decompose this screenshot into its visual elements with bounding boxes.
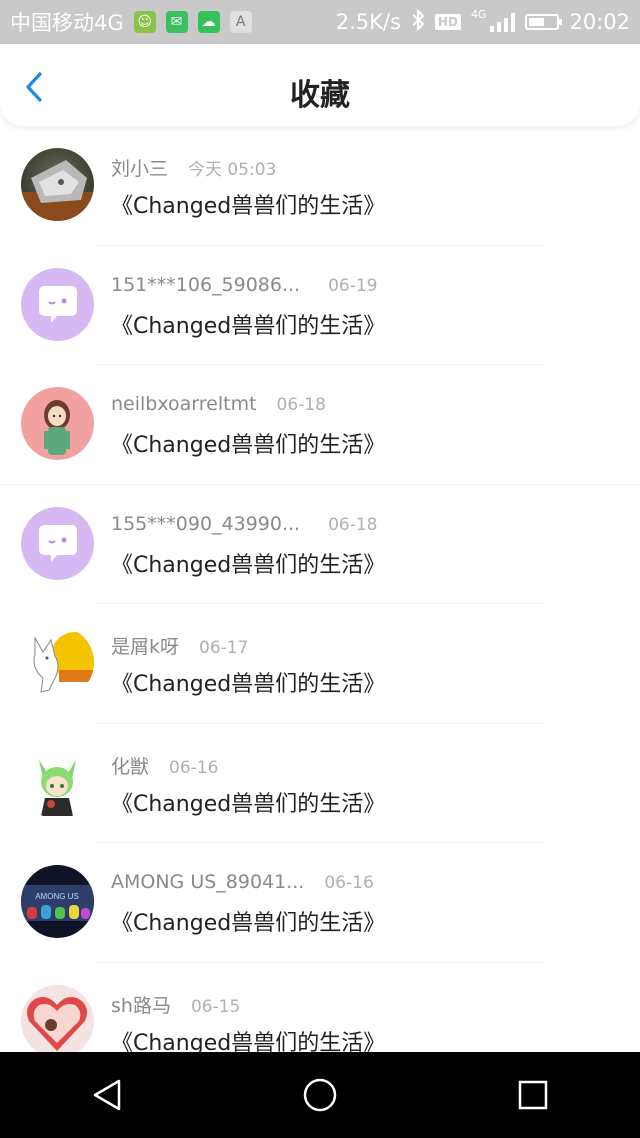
avatar[interactable] bbox=[21, 506, 94, 580]
item-time: 06-16 bbox=[169, 757, 219, 778]
list-item[interactable]: AMONG US AMONG US_89041... 06-16 《Change… bbox=[0, 843, 640, 963]
app-screen: 中国移动4G ☺ ✉ ☁ A 2.5K/s HD 4G 20:02 收藏 刘小三… bbox=[0, 0, 640, 1138]
item-meta: neilbxoarreltmt 06-18 bbox=[111, 393, 326, 415]
circle-home-icon bbox=[303, 1078, 337, 1112]
clock: 20:02 bbox=[569, 10, 630, 34]
avatar[interactable] bbox=[21, 387, 94, 460]
list-item[interactable]: 151***106_59086... 06-19 《Changed兽兽们的生活》 bbox=[0, 246, 640, 365]
status-left: 中国移动4G ☺ ✉ ☁ A bbox=[0, 7, 252, 37]
author-name[interactable]: 化獣 bbox=[111, 752, 149, 779]
bluetooth-icon bbox=[411, 8, 425, 36]
item-title[interactable]: 《Changed兽兽们的生活》 bbox=[111, 188, 385, 220]
item-meta: sh路马 06-15 bbox=[111, 991, 240, 1018]
item-time: 06-19 bbox=[328, 275, 378, 296]
item-meta: AMONG US_89041... 06-16 bbox=[111, 871, 374, 893]
triangle-back-icon bbox=[93, 1079, 120, 1111]
item-title[interactable]: 《Changed兽兽们的生活》 bbox=[111, 786, 385, 818]
item-title[interactable]: 《Changed兽兽们的生活》 bbox=[111, 666, 385, 698]
item-title[interactable]: 《Changed兽兽们的生活》 bbox=[111, 547, 385, 579]
author-name[interactable]: 151***106_59086... bbox=[111, 274, 300, 296]
item-time: 06-17 bbox=[199, 638, 249, 658]
avatar[interactable] bbox=[21, 267, 94, 341]
author-name[interactable]: neilbxoarreltmt bbox=[111, 393, 257, 415]
nav-back-button[interactable] bbox=[72, 1065, 142, 1125]
avatar[interactable]: AMONG US bbox=[21, 865, 94, 938]
author-name[interactable]: 刘小三 bbox=[111, 154, 168, 181]
game-app-icon: ☺ bbox=[133, 11, 156, 33]
item-title[interactable]: 《Changed兽兽们的生活》 bbox=[111, 427, 385, 459]
author-name[interactable]: 155***090_43990... bbox=[111, 513, 300, 535]
favorites-list: 刘小三 今天 05:03 《Changed兽兽们的生活》 151***106_5… bbox=[0, 126, 640, 1052]
status-right: 2.5K/s HD 4G 20:02 bbox=[335, 7, 640, 36]
item-title[interactable]: 《Changed兽兽们的生活》 bbox=[111, 1025, 385, 1053]
page-header: 收藏 bbox=[0, 44, 640, 126]
author-name[interactable]: sh路马 bbox=[111, 991, 171, 1018]
item-time: 06-18 bbox=[276, 395, 326, 415]
author-name[interactable]: AMONG US_89041... bbox=[111, 871, 304, 893]
item-meta: 155***090_43990... 06-18 bbox=[111, 513, 378, 535]
item-meta: 151***106_59086... 06-19 bbox=[111, 274, 378, 296]
carrier-label: 中国移动4G bbox=[10, 11, 124, 35]
status-bar: 中国移动4G ☺ ✉ ☁ A 2.5K/s HD 4G 20:02 bbox=[0, 0, 640, 44]
signal-icon bbox=[490, 12, 516, 32]
list-item[interactable]: 155***090_43990... 06-18 《Changed兽兽们的生活》 bbox=[0, 485, 640, 604]
page-title: 收藏 bbox=[290, 78, 350, 113]
nav-recents-button[interactable] bbox=[498, 1065, 568, 1125]
list-item[interactable]: sh路马 06-15 《Changed兽兽们的生活》 bbox=[0, 963, 640, 1053]
item-meta: 刘小三 今天 05:03 bbox=[111, 154, 276, 181]
list-item[interactable]: 化獣 06-16 《Changed兽兽们的生活》 bbox=[0, 724, 640, 843]
list-item[interactable]: neilbxoarreltmt 06-18 《Changed兽兽们的生活》 bbox=[0, 365, 640, 485]
battery-icon bbox=[525, 14, 563, 30]
avatar[interactable] bbox=[21, 148, 94, 221]
list-item[interactable]: 是屑k呀 06-17 《Changed兽兽们的生活》 bbox=[0, 604, 640, 724]
author-name[interactable]: 是屑k呀 bbox=[111, 632, 179, 659]
among-us-logo-text: AMONG US bbox=[35, 892, 79, 901]
square-recents-icon bbox=[519, 1080, 548, 1110]
avatar[interactable] bbox=[21, 626, 94, 699]
network-speed: 2.5K/s bbox=[335, 10, 401, 34]
list-item[interactable]: 刘小三 今天 05:03 《Changed兽兽们的生活》 bbox=[0, 126, 640, 246]
item-time: 06-16 bbox=[324, 873, 374, 893]
avatar[interactable] bbox=[21, 984, 94, 1052]
chat-app-icon: ✉ bbox=[165, 11, 188, 33]
font-app-icon: A bbox=[229, 11, 252, 33]
item-title[interactable]: 《Changed兽兽们的生活》 bbox=[111, 905, 385, 937]
item-meta: 化獣 06-16 bbox=[111, 752, 218, 779]
avatar[interactable] bbox=[21, 745, 94, 819]
nav-home-button[interactable] bbox=[285, 1065, 355, 1125]
network-type: 4G bbox=[470, 7, 487, 21]
item-time: 今天 05:03 bbox=[188, 160, 277, 180]
item-time: 06-15 bbox=[190, 996, 241, 1017]
item-meta: 是屑k呀 06-17 bbox=[111, 632, 248, 659]
battery-level bbox=[529, 18, 545, 26]
item-title[interactable]: 《Changed兽兽们的生活》 bbox=[111, 308, 385, 340]
item-time: 06-18 bbox=[328, 514, 378, 535]
hd-badge: HD bbox=[434, 14, 461, 30]
wechat-icon: ☁ bbox=[197, 11, 220, 33]
system-nav-bar bbox=[0, 1052, 640, 1138]
